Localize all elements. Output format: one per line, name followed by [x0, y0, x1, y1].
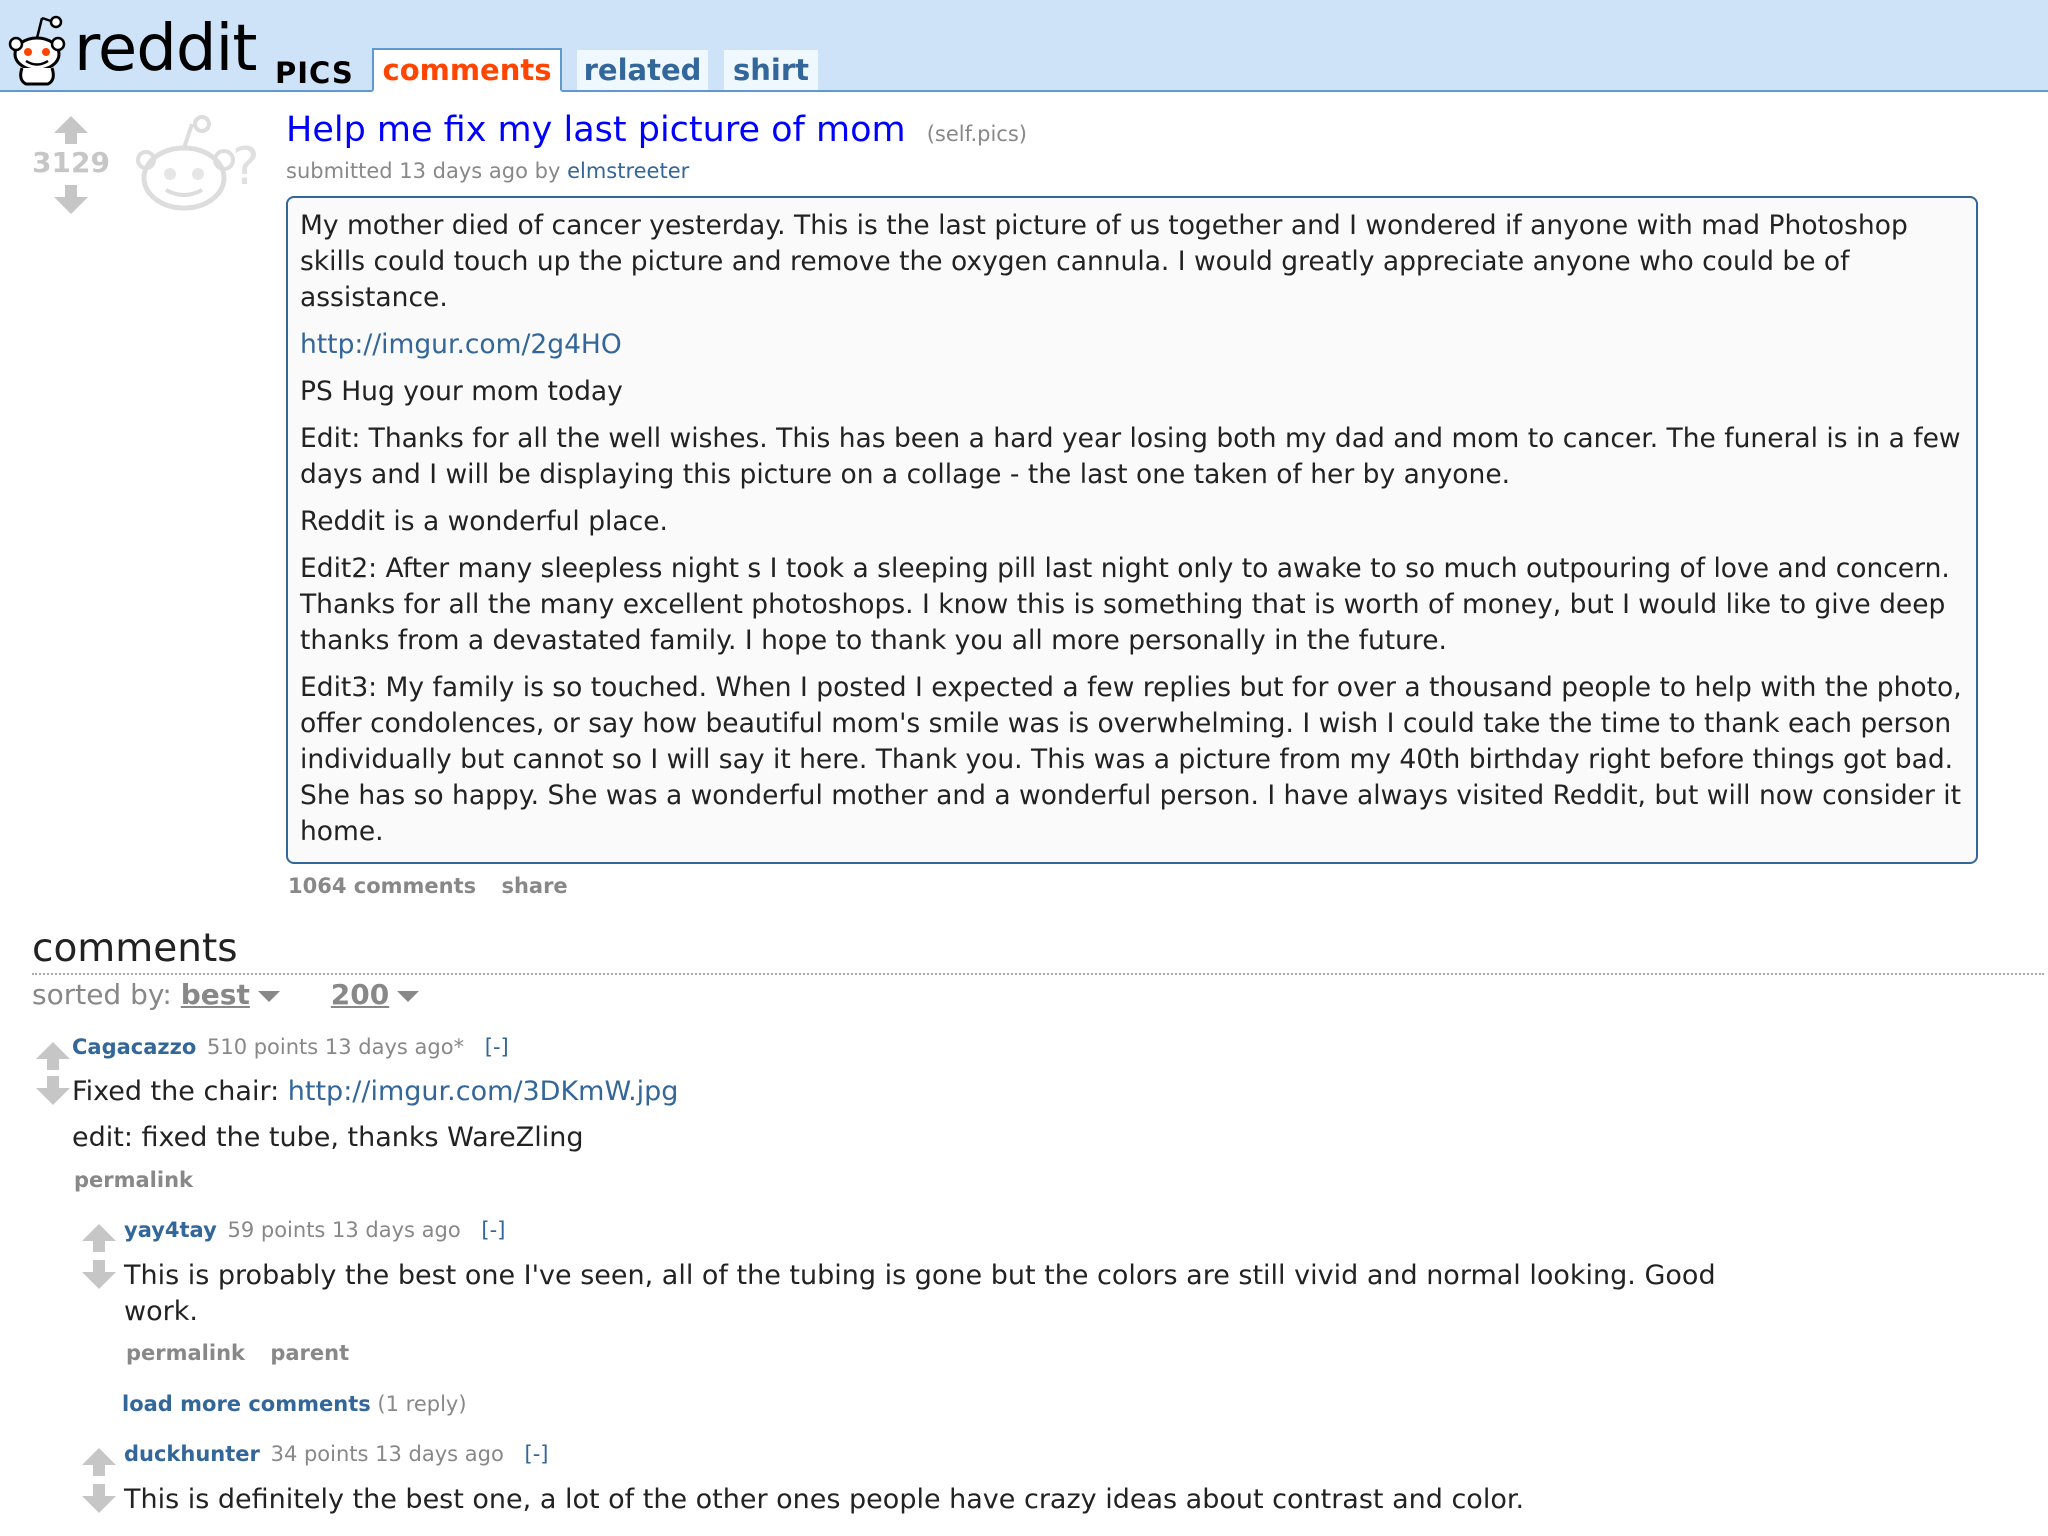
selftext-paragraph: PS Hug your mom today — [300, 376, 623, 407]
tab-comments[interactable]: comments — [372, 48, 562, 92]
site-header: reddit PICS comments related shirt — [0, 0, 2048, 92]
comment-meta: 34 points 13 days ago — [270, 1442, 504, 1466]
selftext-paragraph: Edit: Thanks for all the well wishes. Th… — [300, 423, 1961, 490]
post-submitted-text: submitted 13 days ago by — [286, 159, 561, 183]
selftext-paragraph: Edit3: My family is so touched. When I p… — [300, 672, 1962, 847]
subreddit-name[interactable]: PICS — [275, 56, 354, 90]
share-link[interactable]: share — [501, 874, 567, 898]
selftext-paragraph: Reddit is a wonderful place. — [300, 506, 668, 537]
svg-text:?: ? — [232, 137, 260, 197]
comment-upvote-arrow-icon[interactable] — [82, 1448, 116, 1476]
selftext-paragraph: My mother died of cancer yesterday. This… — [300, 210, 1908, 313]
limit-value[interactable]: 200 — [331, 978, 389, 1011]
comment-author-link[interactable]: yay4tay — [124, 1218, 217, 1242]
comment-buttons: permalink parent — [126, 1341, 367, 1365]
selftext-image-link[interactable]: http://imgur.com/2g4HO — [300, 327, 1966, 363]
selftext-paragraph: Edit2: After many sleepless night s I to… — [300, 553, 1950, 656]
comment-text: This is definitely the best one, a lot o… — [124, 1484, 1525, 1515]
comment-body: This is definitely the best one, a lot o… — [124, 1482, 1924, 1518]
post-upvote-arrow-icon[interactable] — [54, 116, 88, 144]
comments-divider — [32, 973, 2044, 975]
sort-value[interactable]: best — [181, 978, 250, 1011]
sort-row: sorted by: best 200 — [32, 978, 420, 1011]
load-more-row: load more comments (1 reply) — [122, 1392, 467, 1416]
comment-tagline: yay4tay 59 points 13 days ago [-] — [124, 1218, 505, 1242]
permalink-link[interactable]: permalink — [126, 1341, 245, 1365]
collapse-toggle[interactable]: [-] — [481, 1218, 505, 1242]
reply-count: (1 reply) — [377, 1392, 467, 1416]
comment-tagline: Cagacazzo 510 points 13 days ago* [-] — [72, 1035, 509, 1059]
comment-line: Fixed the chair: http://imgur.com/3DKmW.… — [72, 1074, 678, 1110]
load-more-comments-link[interactable]: load more comments — [122, 1392, 371, 1416]
comment-meta: 59 points 13 days ago — [227, 1218, 461, 1242]
permalink-link[interactable]: permalink — [74, 1168, 193, 1192]
post-score: 3129 — [32, 146, 110, 179]
comment-body: This is probably the best one I've seen,… — [124, 1258, 1784, 1330]
reddit-alien-logo-icon[interactable] — [4, 0, 70, 88]
comments-count-link[interactable]: 1064 comments — [288, 874, 476, 898]
post-title-link[interactable]: Help me fix my last picture of mom — [286, 110, 906, 150]
comment-upvote-arrow-icon[interactable] — [36, 1042, 70, 1070]
comment-body: Fixed the chair: http://imgur.com/3DKmW.… — [72, 1074, 678, 1156]
collapse-toggle[interactable]: [-] — [525, 1442, 549, 1466]
parent-link[interactable]: parent — [270, 1341, 349, 1365]
comment-text: edit: fixed the tube, thanks WareZling — [72, 1122, 584, 1153]
comment-author-link[interactable]: duckhunter — [124, 1442, 260, 1466]
comment-text: Fixed the chair: — [72, 1076, 280, 1107]
chevron-down-icon[interactable] — [257, 990, 280, 1002]
collapse-toggle[interactable]: [-] — [485, 1035, 509, 1059]
tab-related[interactable]: related — [577, 50, 708, 90]
reddit-wordmark[interactable]: reddit — [74, 14, 257, 84]
post-buttons: 1064 comments share — [288, 874, 586, 898]
post-author-link[interactable]: elmstreeter — [567, 159, 689, 183]
limit-dropdown[interactable]: 200 — [331, 978, 420, 1011]
self-post-thumbnail-icon[interactable]: ? — [136, 114, 266, 220]
comment-text: This is probably the best one I've seen,… — [124, 1260, 1716, 1327]
tab-shirt[interactable]: shirt — [724, 50, 818, 90]
post-tagline: submitted 13 days ago by elmstreeter — [286, 159, 689, 183]
chevron-down-icon[interactable] — [397, 990, 420, 1002]
comment-downvote-arrow-icon[interactable] — [82, 1484, 116, 1513]
comments-heading: comments — [32, 926, 238, 971]
post-title-row: Help me fix my last picture of mom (self… — [286, 110, 1027, 150]
comment-image-link[interactable]: http://imgur.com/3DKmW.jpg — [288, 1076, 679, 1107]
comment-tagline: duckhunter 34 points 13 days ago [-] — [124, 1442, 549, 1466]
post-downvote-arrow-icon[interactable] — [54, 185, 88, 214]
sort-dropdown[interactable]: best — [181, 978, 289, 1011]
post-selftext: My mother died of cancer yesterday. This… — [286, 196, 1978, 864]
comment-buttons: permalink — [74, 1168, 211, 1192]
comment-downvote-arrow-icon[interactable] — [82, 1260, 116, 1289]
comment-meta: 510 points 13 days ago* — [206, 1035, 465, 1059]
sort-label: sorted by: — [32, 978, 172, 1011]
comment-upvote-arrow-icon[interactable] — [82, 1224, 116, 1252]
post-domain[interactable]: (self.pics) — [927, 122, 1027, 146]
comment-downvote-arrow-icon[interactable] — [36, 1076, 70, 1105]
comment-author-link[interactable]: Cagacazzo — [72, 1035, 196, 1059]
